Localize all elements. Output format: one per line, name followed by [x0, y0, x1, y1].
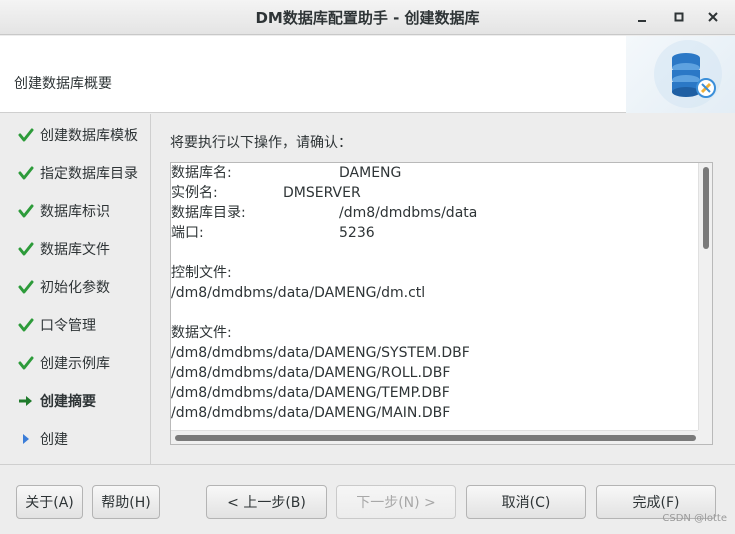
cancel-button[interactable]: 取消(C) — [466, 485, 586, 519]
step-create: 创建 — [18, 428, 68, 450]
checkmark-icon — [18, 165, 40, 181]
next-button[interactable]: 下一步(N) > — [336, 485, 456, 519]
step-label: 数据库标识 — [40, 204, 110, 220]
db-name-value: DAMENG — [339, 165, 402, 181]
control-file-path: /dm8/dmdbms/data/DAMENG/dm.ctl — [171, 285, 426, 301]
summary-panel: 将要执行以下操作，请确认： 数据库名: DAMENG 实例名: DMSERVER… — [152, 114, 735, 464]
close-icon[interactable] — [704, 8, 722, 26]
checkmark-icon — [18, 203, 40, 219]
step-sample-db: 创建示例库 — [18, 352, 110, 374]
step-label: 口令管理 — [40, 318, 96, 334]
about-button[interactable]: 关于(A) — [16, 485, 83, 519]
scroll-corner — [698, 430, 712, 444]
step-init-params: 初始化参数 — [18, 276, 110, 298]
data-files-label: 数据文件: — [171, 325, 232, 341]
horizontal-scrollbar[interactable] — [171, 430, 700, 444]
step-db-files: 数据库文件 — [18, 238, 110, 260]
step-db-identity: 数据库标识 — [18, 200, 110, 222]
control-file-label: 控制文件: — [171, 265, 232, 281]
data-file-path: /dm8/dmdbms/data/DAMENG/ROLL.DBF — [171, 365, 451, 381]
checkmark-icon — [18, 355, 40, 371]
step-label: 数据库文件 — [40, 242, 110, 258]
window-title: DM数据库配置助手 - 创建数据库 — [255, 9, 480, 27]
horizontal-scroll-thumb[interactable] — [175, 435, 696, 441]
step-summary: 创建摘要 — [18, 390, 96, 412]
minimize-icon[interactable] — [633, 8, 651, 26]
step-label: 指定数据库目录 — [40, 166, 138, 182]
vertical-scroll-thumb[interactable] — [703, 167, 709, 249]
step-label: 初始化参数 — [40, 280, 110, 296]
arrow-right-icon — [18, 393, 40, 409]
vertical-scrollbar[interactable] — [698, 163, 712, 431]
port-label: 端口: — [171, 225, 204, 241]
watermark-text: CSDN @lotte — [662, 513, 727, 524]
step-label: 创建示例库 — [40, 356, 110, 372]
wizard-header: 创建数据库概要 — [0, 36, 735, 113]
data-file-path: /dm8/dmdbms/data/DAMENG/TEMP.DBF — [171, 385, 450, 401]
help-button[interactable]: 帮助(H) — [92, 485, 160, 519]
button-bar: 关于(A) 帮助(H) < 上一步(B) 下一步(N) > 取消(C) 完成(F… — [0, 464, 735, 534]
wizard-steps: 创建数据库模板 指定数据库目录 数据库标识 数据库文件 初始化参数 口令管理 创… — [0, 114, 151, 464]
page-title: 创建数据库概要 — [14, 76, 112, 92]
instance-value: DMSERVER — [283, 185, 361, 201]
data-file-path: /dm8/dmdbms/data/DAMENG/MAIN.DBF — [171, 405, 451, 421]
checkmark-icon — [18, 317, 40, 333]
data-file-path: /dm8/dmdbms/data/DAMENG/SYSTEM.DBF — [171, 345, 470, 361]
step-label: 创建摘要 — [40, 394, 96, 410]
db-dir-label: 数据库目录: — [171, 205, 246, 221]
step-db-directory: 指定数据库目录 — [18, 162, 138, 184]
title-bar: DM数据库配置助手 - 创建数据库 — [0, 0, 735, 35]
instance-label: 实例名: — [171, 185, 218, 201]
step-label: 创建 — [40, 432, 68, 448]
maximize-icon[interactable] — [670, 8, 688, 26]
summary-textbox[interactable]: 数据库名: DAMENG 实例名: DMSERVER 数据库目录: /dm8/d… — [170, 162, 713, 445]
confirm-prompt: 将要执行以下操作，请确认： — [170, 135, 352, 151]
database-settings-icon — [626, 36, 735, 113]
checkmark-icon — [18, 241, 40, 257]
db-dir-value: /dm8/dmdbms/data — [339, 205, 478, 221]
port-value: 5236 — [339, 225, 375, 241]
back-button[interactable]: < 上一步(B) — [206, 485, 327, 519]
checkmark-icon — [18, 279, 40, 295]
checkmark-icon — [18, 127, 40, 143]
step-create-template: 创建数据库模板 — [18, 124, 138, 146]
step-password: 口令管理 — [18, 314, 96, 336]
triangle-right-icon — [18, 431, 40, 447]
step-label: 创建数据库模板 — [40, 128, 138, 144]
db-name-label: 数据库名: — [171, 165, 232, 181]
